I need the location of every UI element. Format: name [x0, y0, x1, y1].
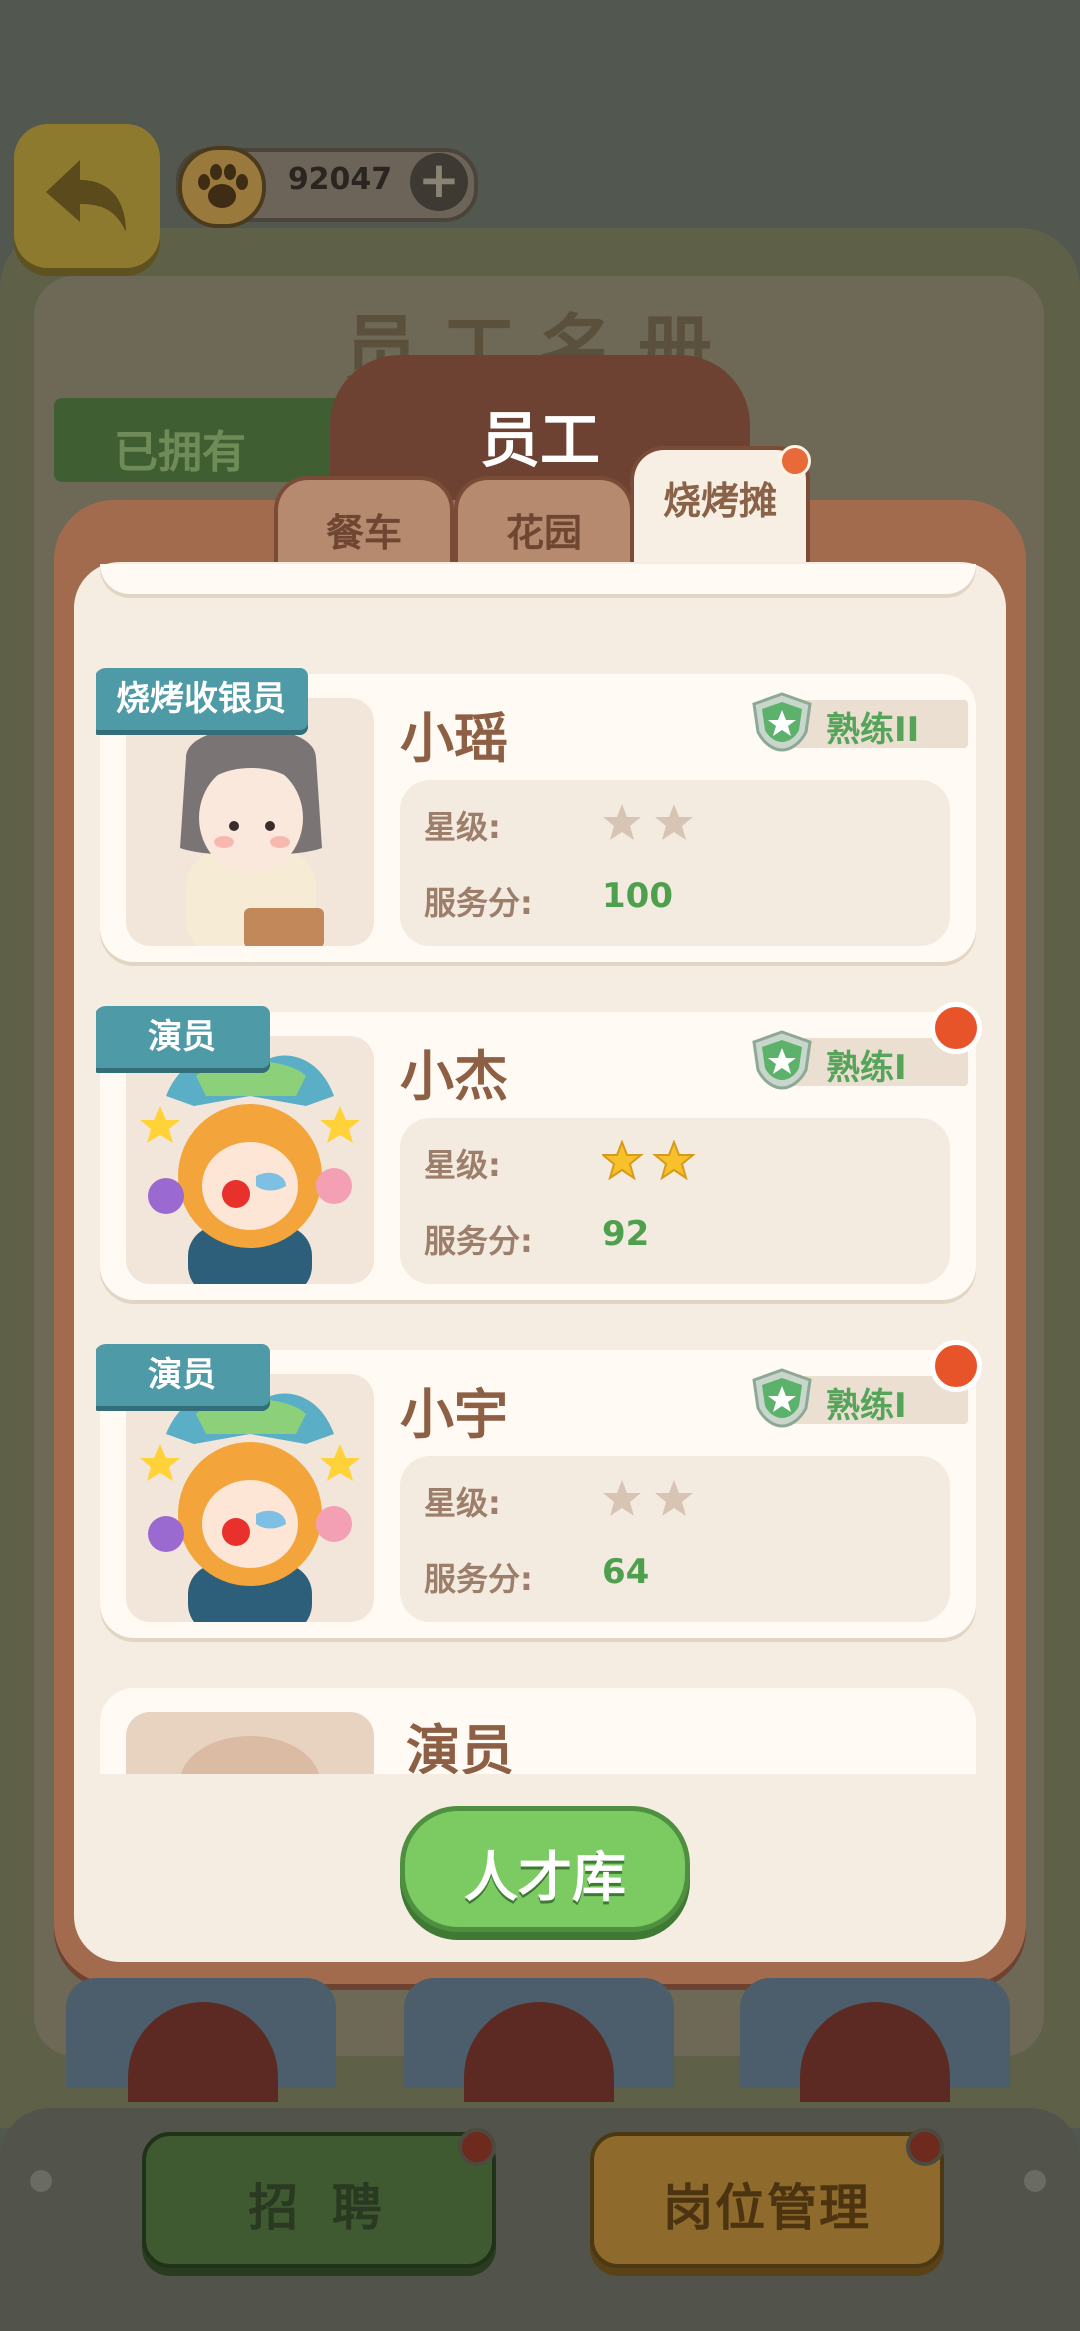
score-label: 服务分:	[424, 884, 533, 922]
rank-text: 熟练II	[826, 710, 920, 750]
back-arrow-icon	[46, 160, 126, 232]
score-label: 服务分:	[424, 1222, 533, 1260]
rank-text: 熟练I	[826, 1386, 907, 1426]
stats-box: 星级: 服务分: 92	[400, 1118, 950, 1284]
shield-star-icon	[752, 692, 812, 752]
locked-role-name: 演员	[406, 1719, 514, 1774]
rank-badge: 熟练I	[750, 1368, 968, 1428]
staff-card-previous[interactable]	[100, 564, 976, 594]
star-label: 星级:	[424, 1484, 501, 1522]
role-ribbon: 演员	[96, 1344, 270, 1406]
staff-name: 小杰	[400, 1045, 508, 1108]
staff-name: 小瑶	[400, 707, 508, 770]
back-button[interactable]	[14, 124, 160, 268]
star-empty-icon	[655, 804, 693, 840]
management-notification-dot	[906, 2128, 944, 2166]
staff-card[interactable]: 演员 小宇 熟练I 星级: 服务分: 64	[96, 1340, 982, 1638]
rank-badge: 熟练II	[750, 692, 968, 752]
star-empty-icon	[655, 1480, 693, 1516]
paw-coin-icon	[178, 146, 266, 228]
rank-text: 熟练I	[826, 1048, 907, 1088]
score-value: 64	[602, 1552, 650, 1592]
staff-card[interactable]: 演员 小杰 熟练I 星级: 服务分: 92	[96, 1002, 982, 1300]
notification-dot	[930, 1002, 982, 1054]
staff-portrait	[126, 1036, 374, 1284]
star-label: 星级:	[424, 808, 501, 846]
add-currency-button[interactable]: +	[410, 153, 468, 211]
star-empty-icon	[603, 804, 641, 840]
talent-pool-button[interactable]: 人才库	[400, 1806, 690, 1932]
star-label: 星级:	[424, 1146, 501, 1184]
role-ribbon: 烧烤收银员	[96, 668, 308, 730]
staff-name: 小宇	[400, 1383, 508, 1446]
recruit-button[interactable]: 招 聘	[142, 2132, 496, 2268]
star-filled-icon	[652, 1139, 696, 1181]
stats-box: 星级: 服务分: 64	[400, 1456, 950, 1622]
score-value: 92	[602, 1214, 650, 1254]
tab-notification-dot	[779, 445, 811, 477]
role-ribbon: 演员	[96, 1006, 270, 1068]
star-empty-icon	[603, 1480, 641, 1516]
notification-dot	[930, 1340, 982, 1392]
locked-portrait	[126, 1712, 374, 1774]
score-value: 100	[602, 876, 673, 916]
staff-card[interactable]: 烧烤收银员 小瑶 熟练II 星级: 服务分: 100	[96, 668, 976, 962]
recruit-notification-dot	[458, 2128, 496, 2166]
position-management-button[interactable]: 岗位管理	[590, 2132, 944, 2268]
staff-portrait	[126, 698, 374, 946]
staff-list[interactable]: 烧烤收银员 小瑶 熟练II 星级: 服务分: 100 演员 小杰 熟练I 星级:…	[96, 564, 984, 1774]
stats-box: 星级: 服务分: 100	[400, 780, 950, 946]
page-dot-left	[30, 2170, 52, 2192]
staff-portrait	[126, 1374, 374, 1622]
star-rating	[602, 802, 702, 850]
currency-value: 92047	[287, 162, 393, 197]
rank-badge: 熟练I	[750, 1030, 968, 1090]
shield-star-icon	[752, 1030, 812, 1090]
staff-card-locked[interactable]: 演员	[100, 1688, 976, 1774]
star-filled-icon	[600, 1139, 644, 1181]
owned-filter-tag[interactable]: 已拥有	[54, 398, 344, 482]
shield-star-icon	[752, 1368, 812, 1428]
star-rating	[600, 1139, 702, 1188]
page-dot-right	[1024, 2170, 1046, 2192]
score-label: 服务分:	[424, 1560, 533, 1598]
star-rating	[602, 1478, 702, 1526]
